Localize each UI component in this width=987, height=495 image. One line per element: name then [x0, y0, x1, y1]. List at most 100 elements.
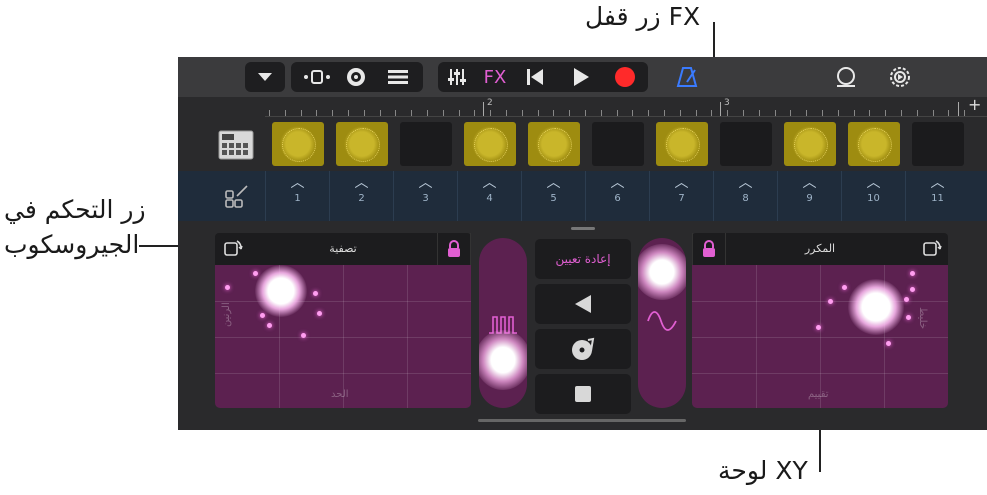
gyroscope-icon[interactable]	[914, 233, 948, 265]
column-trigger[interactable]: ︿ 1	[265, 171, 329, 221]
add-section-button[interactable]: +	[968, 95, 981, 114]
repeater-touch-point	[848, 279, 904, 335]
view-group	[245, 62, 285, 92]
column-number: 5	[550, 193, 557, 204]
transport-group: FX	[438, 62, 648, 92]
chevron-up-icon: ︿	[802, 175, 817, 191]
column-trigger[interactable]: ︿ 2	[329, 171, 393, 221]
ruler-marker: 2	[487, 98, 493, 108]
fx-panel: تصفية الرنين الحد إعادة تعيين المكرر خلي…	[178, 222, 987, 430]
loop-icon[interactable]	[831, 62, 861, 92]
timeline-ruler[interactable]: 2 3 +	[265, 95, 987, 117]
repeater-pad-header: المكرر	[692, 233, 948, 265]
chevron-up-icon: ︿	[418, 175, 433, 191]
chevron-up-icon: ︿	[290, 175, 305, 191]
fx-button-label: FX	[483, 66, 507, 88]
loop-cell[interactable]	[272, 122, 324, 166]
chevron-up-icon: ︿	[354, 175, 369, 191]
reverse-icon	[575, 295, 591, 313]
fx-button[interactable]: FX	[480, 62, 510, 92]
chevron-up-icon: ︿	[546, 175, 561, 191]
filter-y-axis-label: الرنين	[221, 302, 232, 327]
sliders-icon[interactable]	[442, 62, 472, 92]
column-trigger[interactable]: ︿ 5	[521, 171, 585, 221]
filter-touch-point	[255, 265, 307, 317]
record-icon[interactable]	[610, 62, 640, 92]
reset-button[interactable]: إعادة تعيين	[535, 239, 631, 279]
mixer-icon[interactable]	[383, 62, 413, 92]
column-number: 6	[614, 193, 621, 204]
column-trigger[interactable]: ︿ 10	[841, 171, 905, 221]
column-trigger[interactable]: ︿ 8	[713, 171, 777, 221]
home-indicator	[478, 419, 686, 422]
loop-cell[interactable]	[784, 122, 836, 166]
loop-cell[interactable]	[912, 122, 964, 166]
filter-lock-icon[interactable]	[437, 233, 471, 265]
tracks-view-icon[interactable]	[297, 62, 337, 92]
column-trigger[interactable]: ︿ 7	[649, 171, 713, 221]
column-number: 3	[422, 193, 429, 204]
rewind-icon[interactable]	[520, 62, 550, 92]
trigger-row: ︿ 1 ︿ 2 ︿ 3 ︿ 4 ︿ 5 ︿ 6 ︿ 7 ︿ 8 ︿ 9 ︿ 10 ︿ 11	[178, 171, 987, 221]
grid-edit-icon[interactable]	[223, 183, 251, 211]
filter-pad-title: تصفية	[329, 242, 357, 255]
column-number: 1	[294, 193, 301, 204]
settings-icon[interactable]	[885, 62, 915, 92]
loop-cell[interactable]	[400, 122, 452, 166]
column-trigger[interactable]: ︿ 9	[777, 171, 841, 221]
live-loops-icon[interactable]	[341, 62, 371, 92]
filter-xy-pad[interactable]: الرنين الحد	[215, 265, 471, 408]
chevron-up-icon: ︿	[482, 175, 497, 191]
column-number: 8	[742, 193, 749, 204]
loop-cell[interactable]	[592, 122, 644, 166]
gate-strip[interactable]	[479, 238, 527, 408]
metronome-icon[interactable]	[672, 62, 702, 92]
chevron-up-icon: ︿	[930, 175, 945, 191]
stop-icon	[575, 386, 591, 402]
scratch-button[interactable]	[535, 329, 631, 369]
drum-machine-icon[interactable]	[218, 130, 254, 160]
chevron-up-icon: ︿	[674, 175, 689, 191]
column-trigger[interactable]: ︿ 3	[393, 171, 457, 221]
filter-pad-header: تصفية	[215, 233, 471, 265]
panel-drag-handle[interactable]	[571, 227, 595, 230]
loop-cell[interactable]	[656, 122, 708, 166]
loop-cells-row	[178, 118, 987, 171]
column-number: 4	[486, 193, 493, 204]
loop-cell[interactable]	[336, 122, 388, 166]
chevron-up-icon: ︿	[610, 175, 625, 191]
play-icon[interactable]	[566, 62, 596, 92]
column-trigger[interactable]: ︿ 4	[457, 171, 521, 221]
column-trigger[interactable]: ︿ 11	[905, 171, 969, 221]
garageband-live-loops-screen: FX 2 3 + ︿ 1 ︿ 2 ︿ 3 ︿ 4 ︿ 5 ︿ 6 ︿ 7 ︿ 8…	[178, 57, 987, 430]
column-number: 9	[806, 193, 813, 204]
callout-gyro-line2: الجيروسكوب	[4, 230, 140, 259]
column-number: 11	[931, 193, 944, 204]
callout-fx-lock: زر قفل FX	[585, 2, 701, 31]
repeater-pad-title: المكرر	[804, 242, 836, 255]
column-number: 10	[867, 193, 880, 204]
reverse-button[interactable]	[535, 284, 631, 324]
down-sampler-strip[interactable]	[638, 238, 686, 408]
chevron-down-icon[interactable]	[250, 62, 280, 92]
chevron-up-icon: ︿	[738, 175, 753, 191]
repeater-y-axis-label: خليط	[917, 307, 928, 330]
column-number: 7	[678, 193, 685, 204]
stop-button[interactable]	[535, 374, 631, 414]
loop-cell[interactable]	[720, 122, 772, 166]
column-number: 2	[358, 193, 365, 204]
loop-cell[interactable]	[848, 122, 900, 166]
ruler-marker: 3	[724, 98, 730, 108]
control-bar: FX	[178, 57, 987, 97]
filter-x-axis-label: الحد	[331, 389, 349, 400]
sine-wave-icon	[638, 306, 686, 336]
loop-cell[interactable]	[528, 122, 580, 166]
column-trigger[interactable]: ︿ 6	[585, 171, 649, 221]
callout-xy-pad: لوحة XY	[718, 456, 808, 485]
browser-group	[291, 62, 423, 92]
turntable-icon	[572, 337, 595, 360]
repeater-xy-pad[interactable]: خليط تقييم	[692, 265, 948, 408]
chevron-up-icon: ︿	[866, 175, 881, 191]
repeater-x-axis-label: تقييم	[808, 389, 829, 400]
loop-cell[interactable]	[464, 122, 516, 166]
